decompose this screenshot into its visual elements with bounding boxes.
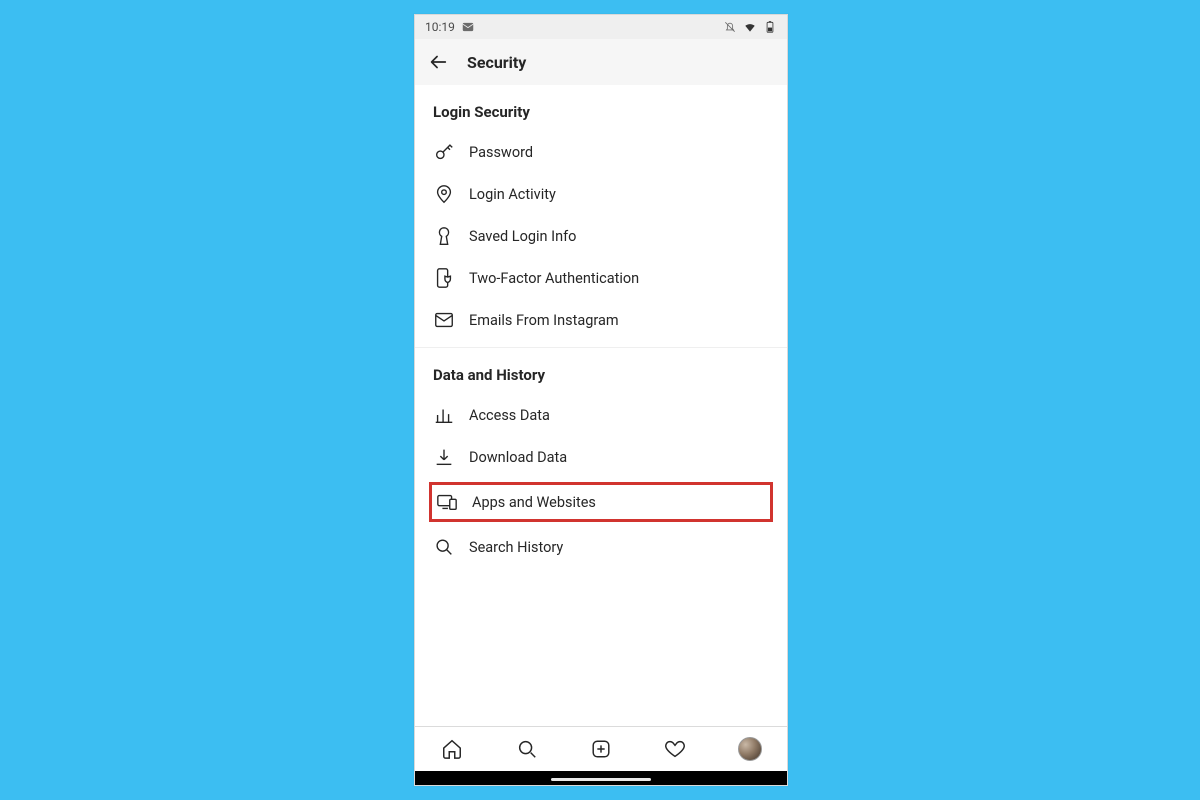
bell-off-icon (723, 20, 737, 34)
status-right (723, 20, 777, 34)
bottom-nav (415, 726, 787, 771)
nav-profile[interactable] (713, 727, 787, 771)
row-saved-login-info[interactable]: Saved Login Info (415, 215, 787, 257)
title-bar: Security (415, 39, 787, 86)
wifi-icon (743, 20, 757, 34)
row-label: Saved Login Info (469, 228, 769, 245)
row-two-factor-auth[interactable]: Two-Factor Authentication (415, 257, 787, 299)
gesture-bar (415, 771, 787, 785)
status-bar: 10:19 (415, 15, 787, 39)
section-login-security: Login Security Password Login Activity S… (415, 85, 787, 348)
row-password[interactable]: Password (415, 131, 787, 173)
row-login-activity[interactable]: Login Activity (415, 173, 787, 215)
row-search-history[interactable]: Search History (415, 526, 787, 568)
back-button[interactable] (427, 51, 449, 73)
download-icon (433, 446, 455, 468)
page-title: Security (467, 53, 526, 72)
row-label: Search History (469, 539, 769, 556)
status-left: 10:19 (425, 20, 475, 34)
envelope-icon (433, 309, 455, 331)
nav-home[interactable] (415, 727, 489, 771)
row-label: Download Data (469, 449, 769, 466)
row-label: Access Data (469, 407, 769, 424)
nav-create[interactable] (564, 727, 638, 771)
nav-activity[interactable] (638, 727, 712, 771)
section-title-login-security: Login Security (415, 99, 787, 131)
phone-frame: 10:19 Security Login Security (414, 14, 788, 786)
search-icon (433, 536, 455, 558)
devices-icon (436, 491, 458, 513)
key-icon (433, 141, 455, 163)
row-emails-from-instagram[interactable]: Emails From Instagram (415, 299, 787, 341)
keyhole-icon (433, 225, 455, 247)
mail-icon (461, 20, 475, 34)
row-download-data[interactable]: Download Data (415, 436, 787, 478)
bar-chart-icon (433, 404, 455, 426)
battery-icon (763, 20, 777, 34)
location-pin-icon (433, 183, 455, 205)
settings-content: Login Security Password Login Activity S… (415, 85, 787, 727)
row-label: Password (469, 144, 769, 161)
row-apps-and-websites[interactable]: Apps and Websites (429, 482, 773, 522)
section-data-history: Data and History Access Data Download Da… (415, 348, 787, 574)
phone-shield-icon (433, 267, 455, 289)
row-label: Two-Factor Authentication (469, 270, 769, 287)
row-label: Apps and Websites (472, 494, 596, 511)
avatar (738, 737, 762, 761)
status-time: 10:19 (425, 20, 455, 34)
nav-search[interactable] (489, 727, 563, 771)
row-label: Emails From Instagram (469, 312, 769, 329)
section-title-data-history: Data and History (415, 362, 787, 394)
row-access-data[interactable]: Access Data (415, 394, 787, 436)
row-label: Login Activity (469, 186, 769, 203)
